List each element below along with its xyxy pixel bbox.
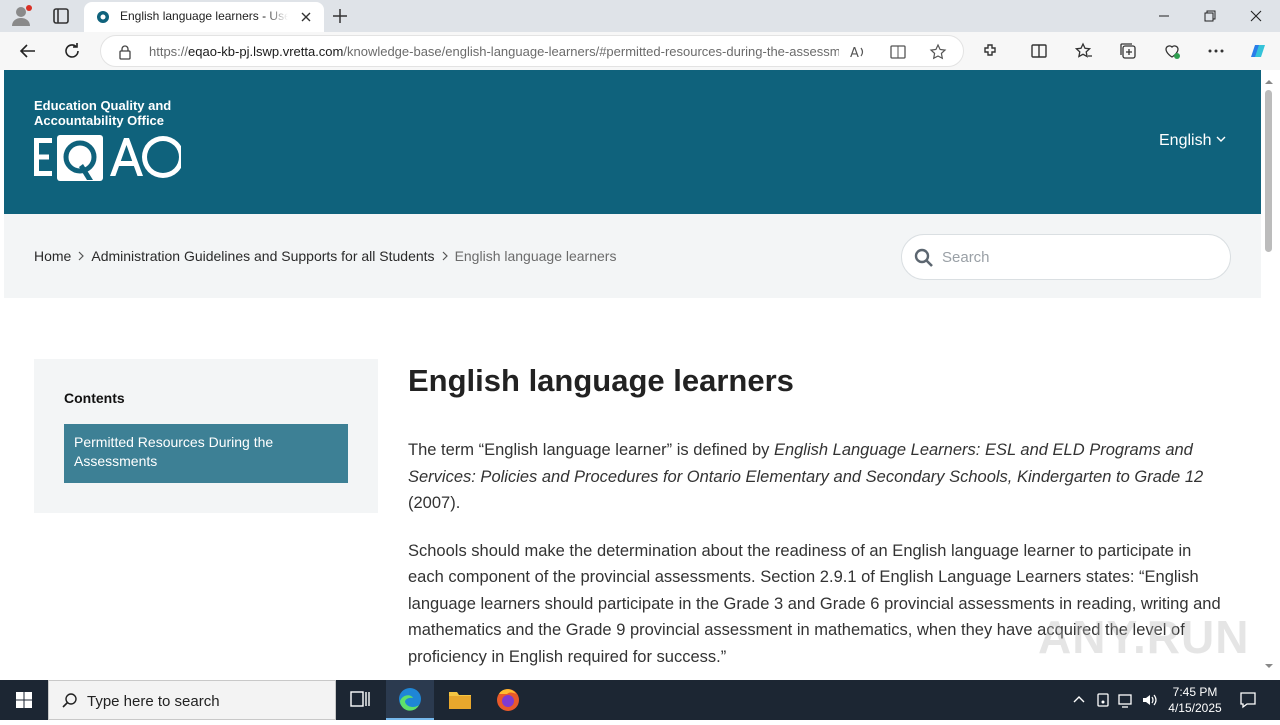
breadcrumb-current: English language learners [454,248,617,264]
svg-text:A: A [850,46,859,61]
windows-start-icon[interactable] [0,680,48,720]
lock-icon[interactable] [117,44,133,60]
device-icon[interactable] [1094,691,1112,709]
volume-icon[interactable] [1141,691,1159,709]
tab-actions-icon[interactable] [48,4,74,28]
settings-more-icon[interactable] [1206,41,1226,61]
scroll-thumb[interactable] [1265,90,1272,252]
file-explorer-icon[interactable] [436,680,484,720]
language-label: English [1159,132,1212,149]
window-minimize-icon[interactable] [1152,8,1176,24]
contents-panel: Contents Permitted Resources During the … [34,359,378,513]
clock-time: 7:45 PM [1172,685,1218,699]
search-icon [914,248,934,268]
windows-taskbar: Type here to search 7:45 PM 4/15/2025 [0,680,1280,720]
page-viewport: Education Quality and Accountability Off… [0,70,1280,680]
split-screen-icon[interactable] [1029,41,1049,61]
page-scrollbar[interactable] [1261,70,1276,680]
tab-close-icon[interactable] [298,9,314,25]
search-icon [61,692,79,710]
search-input[interactable] [942,245,1212,269]
browser-essentials-icon[interactable] [1162,41,1182,61]
site-header: Education Quality and Accountability Off… [4,70,1261,214]
window-close-icon[interactable] [1244,6,1268,26]
address-bar[interactable]: https://eqao-kb-pj.lswp.vretta.com/knowl… [100,35,964,67]
back-arrow-icon[interactable] [17,40,39,62]
clock-date: 4/15/2025 [1168,701,1222,715]
taskbar-search-placeholder: Type here to search [87,693,220,710]
page-content: Education Quality and Accountability Off… [4,70,1261,680]
browser-toolbar: https://eqao-kb-pj.lswp.vretta.com/knowl… [0,32,1280,70]
breadcrumb-section-link[interactable]: Administration Guidelines and Supports f… [91,248,434,264]
firefox-icon[interactable] [484,680,532,720]
task-view-icon[interactable] [336,680,384,720]
chevron-right-icon [73,249,89,263]
extensions-icon[interactable] [981,41,1001,61]
read-aloud-icon[interactable]: A [849,43,867,61]
edge-taskbar-icon[interactable] [386,680,434,720]
search-box[interactable] [901,234,1231,280]
taskbar-clock[interactable]: 7:45 PM 4/15/2025 [1168,684,1222,716]
article-paragraph-definition: The term “English language learner” is d… [408,441,1204,512]
copilot-icon[interactable] [1246,39,1270,63]
chevron-up-icon[interactable] [1070,691,1088,709]
new-tab-icon[interactable] [330,6,350,26]
favorites-icon[interactable] [1074,41,1094,61]
contents-title: Contents [64,390,125,406]
browser-tab-active[interactable]: English language learners - User Guide [84,2,324,32]
anyrun-watermark: ANY.RUN [1038,611,1250,663]
chevron-down-icon [1215,132,1227,150]
language-selector[interactable]: English [1159,132,1227,150]
browser-tab-bar: English language learners - User Guide [0,0,1280,32]
scroll-up-arrow-icon[interactable] [1264,74,1274,84]
window-restore-icon[interactable] [1198,6,1222,26]
site-favicon-icon [96,10,110,24]
scroll-down-arrow-icon[interactable] [1264,658,1274,668]
eqao-logo[interactable] [33,134,184,182]
breadcrumb-home-link[interactable]: Home [34,248,71,264]
page-title: English language learners [408,363,794,398]
refresh-icon[interactable] [61,40,83,62]
breadcrumb: Home Administration Guidelines and Suppo… [34,248,616,264]
network-icon[interactable] [1117,691,1135,709]
chevron-right-icon [437,249,453,263]
logo-tagline: Education Quality and Accountability Off… [34,98,172,128]
toc-item-permitted-resources[interactable]: Permitted Resources During the Assessmen… [64,424,348,483]
url-text[interactable]: https://eqao-kb-pj.lswp.vretta.com/knowl… [149,44,839,59]
breadcrumb-bar: Home Administration Guidelines and Suppo… [4,214,1261,298]
collections-icon[interactable] [1118,41,1138,61]
taskbar-search-box[interactable]: Type here to search [48,680,336,720]
immersive-reader-icon[interactable] [889,43,907,61]
notification-icon[interactable] [1238,690,1258,710]
profile-icon[interactable] [8,4,34,28]
tab-title: English language learners - User Guide [120,9,288,23]
favorite-star-icon[interactable] [929,43,947,61]
